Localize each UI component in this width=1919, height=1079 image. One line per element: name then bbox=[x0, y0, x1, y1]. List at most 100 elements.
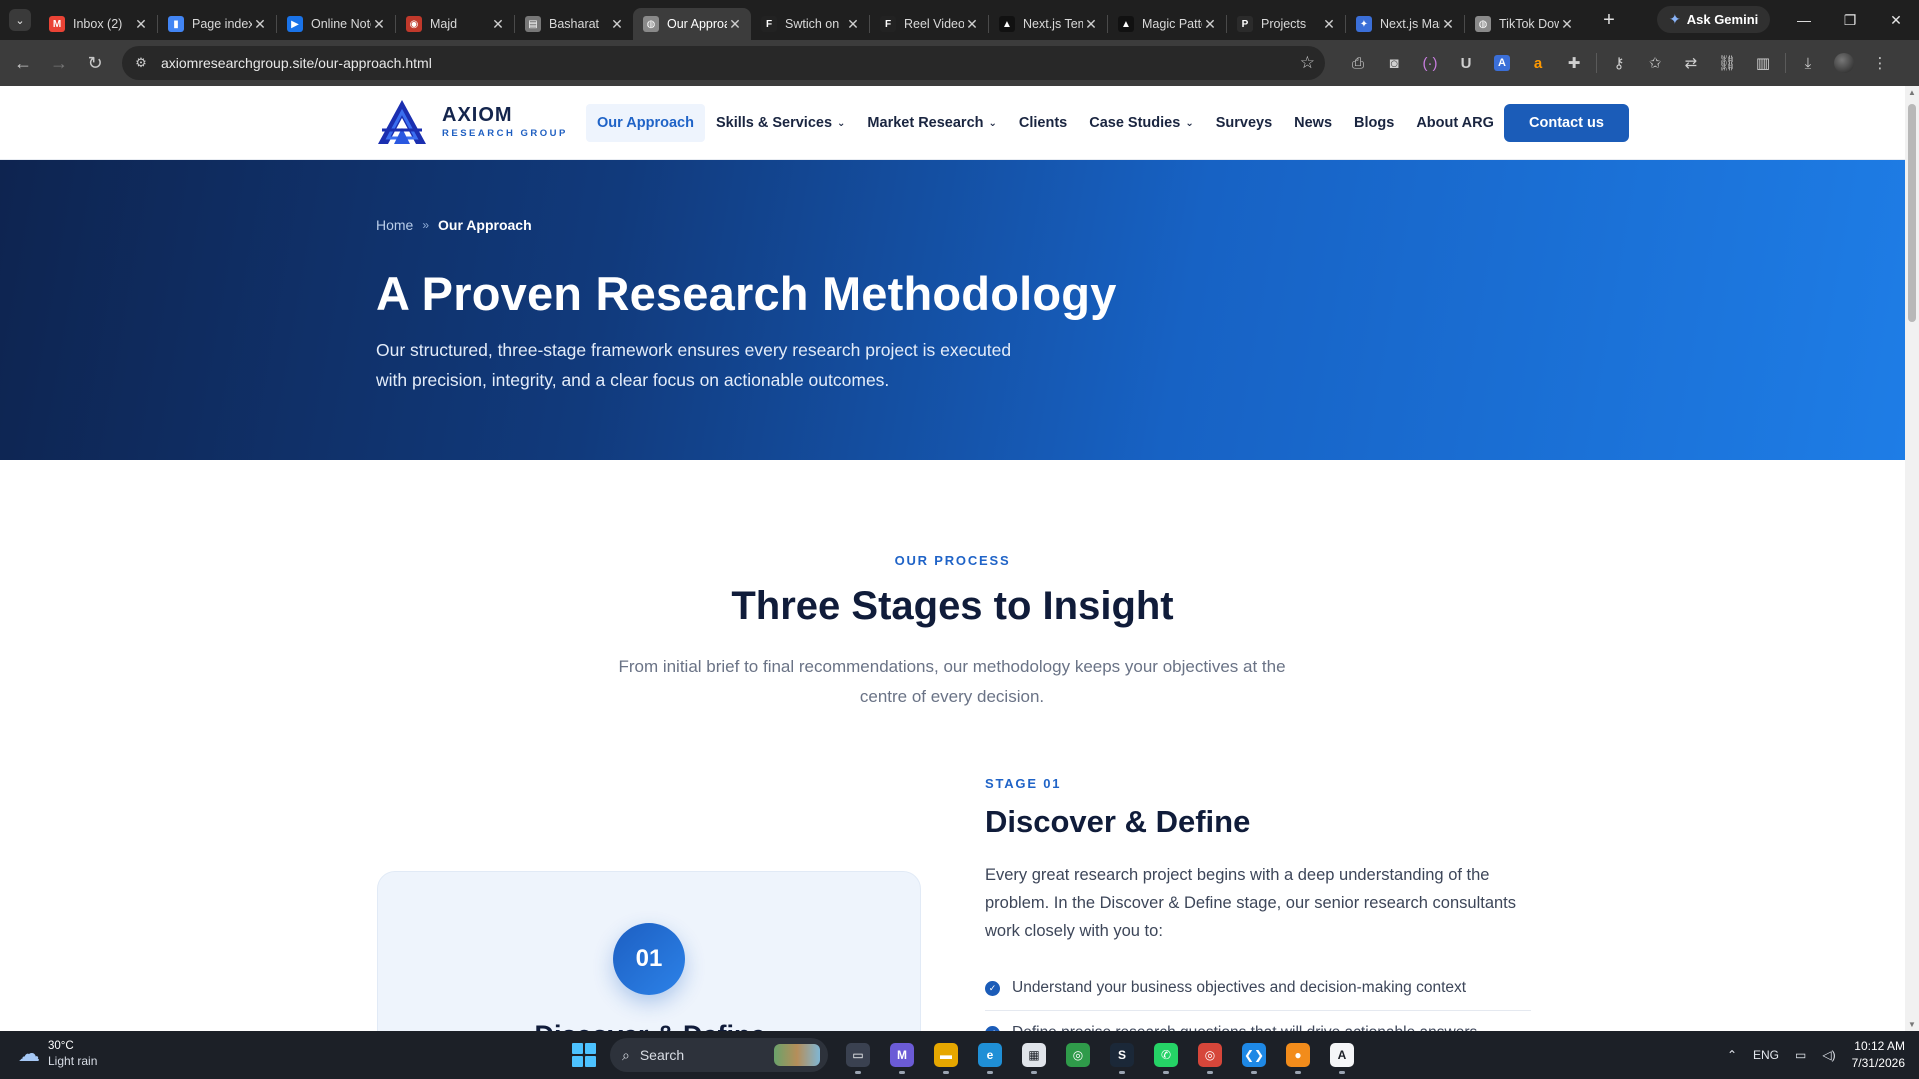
browser-tab[interactable]: ◉ Majd ✕ bbox=[396, 8, 514, 40]
browser-tab[interactable]: ▲ Magic Patterns✕ bbox=[1108, 8, 1226, 40]
site-logo[interactable]: AXIOM RESEARCH GROUP bbox=[376, 98, 568, 146]
extensions-puzzle-icon[interactable]: ✚ bbox=[1556, 40, 1592, 86]
site-info-icon[interactable]: ⚙ bbox=[131, 53, 151, 73]
extension-translate-a-icon[interactable]: A bbox=[1484, 40, 1520, 86]
section-eyebrow: OUR PROCESS bbox=[894, 553, 1011, 568]
close-tab-icon[interactable]: ✕ bbox=[1083, 16, 1099, 33]
close-tab-icon[interactable]: ✕ bbox=[133, 16, 149, 33]
taskbar-app[interactable]: ❮❯ bbox=[1232, 1035, 1276, 1075]
browser-tab[interactable]: P Projects ✕ bbox=[1227, 8, 1345, 40]
breadcrumb-current: Our Approach bbox=[438, 217, 532, 233]
close-tab-icon[interactable]: ✕ bbox=[1321, 16, 1337, 33]
side-panel-icon[interactable]: ▥ bbox=[1745, 40, 1781, 86]
browser-tab[interactable]: ▤ Basharat ✕ bbox=[515, 8, 633, 40]
browser-tab[interactable]: ▶ Online Notepad✕ bbox=[277, 8, 395, 40]
extension-camera-icon[interactable]: ◙ bbox=[1376, 40, 1412, 86]
nav-item-case-studies[interactable]: Case Studies ⌄ bbox=[1078, 104, 1204, 142]
taskbar-app[interactable]: ◎ bbox=[1056, 1035, 1100, 1075]
close-tab-icon[interactable]: ✕ bbox=[252, 16, 268, 33]
taskbar-app[interactable]: ● bbox=[1276, 1035, 1320, 1075]
taskbar-app[interactable]: e bbox=[968, 1035, 1012, 1075]
browser-tab[interactable]: ▮ Page indexing✕ bbox=[158, 8, 276, 40]
nav-item-market-research[interactable]: Market Research ⌄ bbox=[856, 104, 1007, 142]
browser-tab[interactable]: F Reel Video ✕ bbox=[870, 8, 988, 40]
extension-u-icon[interactable]: U bbox=[1448, 40, 1484, 86]
close-tab-icon[interactable]: ✕ bbox=[490, 16, 506, 33]
close-tab-icon[interactable]: ✕ bbox=[609, 16, 625, 33]
link-icon[interactable]: ⛓ bbox=[1709, 40, 1745, 86]
extension-amazon-icon[interactable]: a bbox=[1520, 40, 1556, 86]
tray-chevron-up-icon[interactable]: ⌃ bbox=[1727, 1048, 1737, 1062]
taskbar-search[interactable]: ⌕ Search bbox=[610, 1038, 828, 1072]
extension-bracket-icon[interactable]: (·) bbox=[1412, 40, 1448, 86]
nav-item-surveys[interactable]: Surveys bbox=[1205, 104, 1283, 142]
language-indicator[interactable]: ENG bbox=[1753, 1048, 1779, 1062]
search-icon: ⌕ bbox=[622, 1046, 630, 1063]
taskbar-app[interactable]: ▬ bbox=[924, 1035, 968, 1075]
section-title: Three Stages to Insight bbox=[731, 584, 1174, 628]
browser-tab[interactable]: ✦ Next.js Markup✕ bbox=[1346, 8, 1464, 40]
nav-item-skills-services[interactable]: Skills & Services ⌄ bbox=[705, 104, 856, 142]
page-viewport: AXIOM RESEARCH GROUP Our Approach Skills … bbox=[0, 86, 1905, 1031]
nav-item-about-arg[interactable]: About ARG bbox=[1405, 104, 1505, 142]
taskbar-app[interactable]: ▦ bbox=[1012, 1035, 1056, 1075]
volume-icon[interactable]: ◁) bbox=[1822, 1048, 1835, 1062]
minimize-button[interactable]: — bbox=[1781, 0, 1827, 40]
ask-gemini-button[interactable]: ✦ Ask Gemini bbox=[1657, 6, 1771, 33]
tab-search-button[interactable]: ⌄ bbox=[9, 9, 31, 31]
scroll-down-arrow-icon[interactable]: ▼ bbox=[1908, 1020, 1916, 1029]
network-icon[interactable]: ▭ bbox=[1795, 1048, 1806, 1062]
translate-icon[interactable]: ⇄ bbox=[1673, 40, 1709, 86]
taskbar-app[interactable]: ◎ bbox=[1188, 1035, 1232, 1075]
taskbar-app[interactable]: A bbox=[1320, 1035, 1364, 1075]
scrollbar-thumb[interactable] bbox=[1908, 104, 1916, 322]
close-tab-icon[interactable]: ✕ bbox=[1440, 16, 1456, 33]
taskbar-app[interactable]: M bbox=[880, 1035, 924, 1075]
contact-us-button[interactable]: Contact us bbox=[1504, 104, 1629, 142]
chevron-down-icon: ⌄ bbox=[1185, 117, 1194, 129]
weather-widget[interactable]: ☁ 30°C Light rain bbox=[18, 1039, 97, 1069]
restore-button[interactable]: ❐ bbox=[1827, 0, 1873, 40]
page-scrollbar[interactable]: ▲ ▼ bbox=[1905, 86, 1919, 1031]
close-tab-icon[interactable]: ✕ bbox=[1202, 16, 1218, 33]
taskbar-app[interactable]: ▭ bbox=[836, 1035, 880, 1075]
close-tab-icon[interactable]: ✕ bbox=[964, 16, 980, 33]
back-button[interactable]: ← bbox=[5, 45, 41, 81]
close-tab-icon[interactable]: ✕ bbox=[727, 16, 743, 33]
browser-tab[interactable]: ▲ Next.js Template✕ bbox=[989, 8, 1107, 40]
taskbar-app[interactable]: S bbox=[1100, 1035, 1144, 1075]
close-tab-icon[interactable]: ✕ bbox=[371, 16, 387, 33]
browser-tab[interactable]: ◍ TikTok Downloader✕ bbox=[1465, 8, 1583, 40]
breadcrumb-home-link[interactable]: Home bbox=[376, 217, 413, 233]
bookmarks-star-icon[interactable]: ✩ bbox=[1637, 40, 1673, 86]
nav-item-our-approach[interactable]: Our Approach bbox=[586, 104, 705, 142]
bookmark-star-icon[interactable]: ☆ bbox=[1300, 53, 1315, 73]
nav-item-clients[interactable]: Clients bbox=[1008, 104, 1078, 142]
start-button[interactable] bbox=[572, 1043, 596, 1067]
close-window-button[interactable]: ✕ bbox=[1873, 0, 1919, 40]
browser-tab[interactable]: ◍ Our Approach✕ bbox=[633, 8, 751, 40]
extension-printer-icon[interactable]: ⎙ bbox=[1340, 40, 1376, 86]
menu-dots-icon[interactable]: ⋮ bbox=[1862, 40, 1898, 86]
forward-button[interactable]: → bbox=[41, 45, 77, 81]
new-tab-button[interactable]: + bbox=[1597, 9, 1621, 32]
password-key-icon[interactable]: ⚷ bbox=[1601, 40, 1637, 86]
address-bar[interactable]: ⚙ axiomresearchgroup.site/our-approach.h… bbox=[122, 46, 1325, 80]
browser-tab[interactable]: F Swtich on ✕ bbox=[751, 8, 869, 40]
weather-temp: 30°C bbox=[48, 1040, 74, 1052]
close-tab-icon[interactable]: ✕ bbox=[1559, 16, 1575, 33]
reload-button[interactable]: ↻ bbox=[77, 45, 113, 81]
scroll-up-arrow-icon[interactable]: ▲ bbox=[1908, 88, 1916, 97]
vscode-icon: ❮❯ bbox=[1242, 1043, 1266, 1067]
browser-tab[interactable]: M Inbox (2) ✕ bbox=[39, 8, 157, 40]
download-icon[interactable]: ⤓ bbox=[1790, 40, 1826, 86]
microphone-icon: ● bbox=[1286, 1043, 1310, 1067]
profile-avatar[interactable] bbox=[1826, 40, 1862, 86]
nav-item-news[interactable]: News bbox=[1283, 104, 1343, 142]
nav-item-blogs[interactable]: Blogs bbox=[1343, 104, 1405, 142]
clock[interactable]: 10:12 AM 7/31/2026 bbox=[1852, 1038, 1905, 1072]
close-tab-icon[interactable]: ✕ bbox=[845, 16, 861, 33]
ask-gemini-label: Ask Gemini bbox=[1686, 12, 1759, 27]
browser-toolbar: ← → ↻ ⚙ axiomresearchgroup.site/our-appr… bbox=[0, 40, 1919, 86]
taskbar-app[interactable]: ✆ bbox=[1144, 1035, 1188, 1075]
